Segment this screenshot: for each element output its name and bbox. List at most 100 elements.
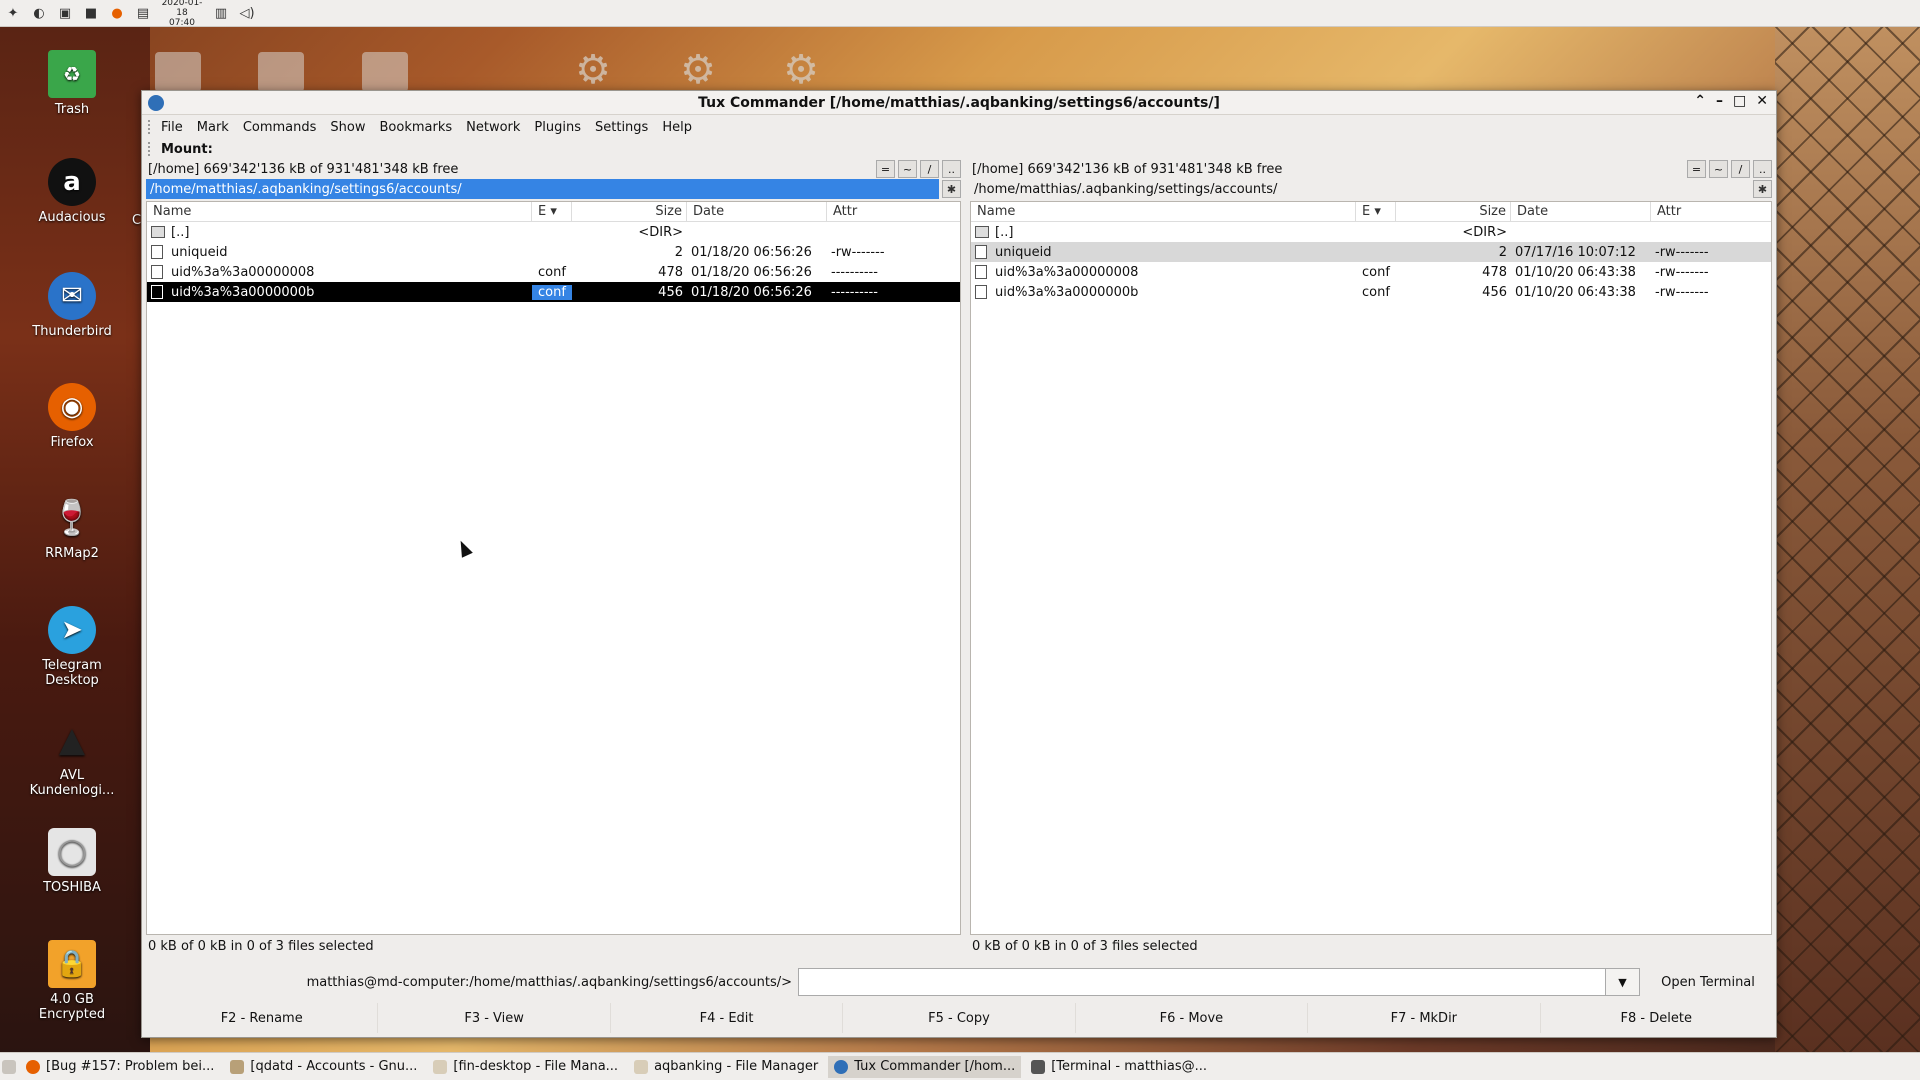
taskbar-item[interactable]: [Terminal - matthias@... <box>1025 1056 1213 1078</box>
asterisk-icon[interactable]: ✱ <box>1753 180 1772 198</box>
table-row-cursor[interactable]: uniqueid 2 07/17/16 10:07:12 -rw------- <box>971 242 1771 262</box>
left-path-bar[interactable]: /home/matthias/.aqbanking/settings6/acco… <box>146 179 961 199</box>
files-icon[interactable]: ▣ <box>56 4 74 22</box>
menu-bookmarks[interactable]: Bookmarks <box>380 120 453 135</box>
window-titlebar[interactable]: Tux Commander [/home/matthias/.aqbanking… <box>142 91 1776 115</box>
file-ext: conf <box>538 264 566 280</box>
right-path-bar[interactable]: /home/matthias/.aqbanking/settings/accou… <box>970 179 1772 199</box>
table-row[interactable]: [..] <DIR> <box>971 222 1771 242</box>
menu-icon[interactable]: ✦ <box>4 4 22 22</box>
taskbar-item[interactable]: [qdatd - Accounts - Gnu... <box>224 1056 423 1078</box>
menu-plugins[interactable]: Plugins <box>534 120 581 135</box>
edit-button[interactable]: F4 - Edit <box>611 1003 844 1033</box>
col-date-header[interactable]: Date <box>687 201 827 222</box>
table-row-selected[interactable]: uid%3a%3a0000000b conf 456 01/18/20 06:5… <box>147 282 960 302</box>
panels: [/home] 669'342'136 kB of 931'481'348 kB… <box>146 159 1772 955</box>
file-name: uid%3a%3a0000000b <box>995 284 1139 300</box>
table-row[interactable]: uid%3a%3a0000000b conf 456 01/10/20 06:4… <box>971 282 1771 302</box>
col-attr-header[interactable]: Attr <box>827 202 960 222</box>
menu-mark[interactable]: Mark <box>197 120 229 135</box>
menu-show[interactable]: Show <box>330 120 365 135</box>
left-list-header: Name E ▾ Size Date Attr <box>147 201 960 222</box>
function-key-bar: F2 - Rename F3 - View F4 - Edit F5 - Cop… <box>146 1003 1772 1033</box>
close-icon[interactable]: ✕ <box>1756 93 1768 109</box>
menu-file[interactable]: File <box>161 120 183 135</box>
right-file-list[interactable]: Name E ▾ Size Date Attr [..] <DIR> uniqu… <box>970 201 1772 935</box>
app-icon[interactable]: ◐ <box>30 4 48 22</box>
network-icon[interactable]: ▥ <box>212 4 230 22</box>
root-dir-button[interactable]: / <box>920 160 939 178</box>
menu-settings[interactable]: Settings <box>595 120 648 135</box>
desktop-icon-avl[interactable]: ▲ AVL Kundenlogi... <box>22 716 122 798</box>
menu-network[interactable]: Network <box>466 120 520 135</box>
table-row[interactable]: uid%3a%3a00000008 conf 478 01/18/20 06:5… <box>147 262 960 282</box>
file-attr: ---------- <box>831 264 878 280</box>
view-button[interactable]: F3 - View <box>378 1003 611 1033</box>
desktop-icon-firefox[interactable]: ◉ Firefox <box>22 383 122 450</box>
file-name: uid%3a%3a00000008 <box>995 264 1139 280</box>
firefox-icon[interactable]: ● <box>108 4 126 22</box>
table-row[interactable]: [..] <DIR> <box>147 222 960 242</box>
terminal-icon[interactable]: ▤ <box>134 4 152 22</box>
col-date-header[interactable]: Date <box>1511 201 1651 222</box>
open-terminal-button[interactable]: Open Terminal <box>1650 968 1766 996</box>
desktop-icon-audacious[interactable]: a Audacious <box>22 158 122 225</box>
col-ext-label: E <box>538 203 547 219</box>
rename-button[interactable]: F2 - Rename <box>146 1003 379 1033</box>
mount-label: Mount: <box>161 141 213 157</box>
mkdir-button[interactable]: F7 - MkDir <box>1308 1003 1541 1033</box>
equal-panels-button[interactable]: = <box>1687 160 1706 178</box>
desktop-icon-encrypted[interactable]: 🔒 4.0 GB Encrypted <box>22 940 122 1022</box>
desktop-icon-label: Thunderbird <box>32 324 112 339</box>
home-dir-button[interactable]: ~ <box>898 160 917 178</box>
clock-time: 07:40 <box>169 18 195 28</box>
parent-dir-button[interactable]: .. <box>1753 160 1772 178</box>
col-name-header[interactable]: Name <box>147 201 532 222</box>
desktop-icon-thunderbird[interactable]: ✉ Thunderbird <box>22 272 122 339</box>
asterisk-icon[interactable]: ✱ <box>942 180 961 198</box>
mountbar-grip[interactable] <box>148 142 151 156</box>
taskbar-item[interactable]: aqbanking - File Manager <box>628 1056 824 1078</box>
move-button[interactable]: F6 - Move <box>1076 1003 1309 1033</box>
menu-commands[interactable]: Commands <box>243 120 317 135</box>
file-attr: -rw------- <box>1655 264 1709 280</box>
col-size-header[interactable]: Size <box>1396 201 1511 222</box>
root-dir-button[interactable]: / <box>1731 160 1750 178</box>
equal-panels-button[interactable]: = <box>876 160 895 178</box>
clock[interactable]: 2020-01-18 07:40 <box>160 0 204 28</box>
col-size-header[interactable]: Size <box>572 201 687 222</box>
file-date: 01/18/20 06:56:26 <box>691 244 812 260</box>
copy-button[interactable]: F5 - Copy <box>843 1003 1076 1033</box>
maximize-icon[interactable]: □ <box>1733 93 1746 109</box>
menu-help[interactable]: Help <box>662 120 692 135</box>
desktop-icon-telegram[interactable]: ➤ Telegram Desktop <box>22 606 122 688</box>
desktop-icon-toshiba[interactable]: ◯ TOSHIBA <box>22 828 122 895</box>
thunderbird-icon: ✉ <box>48 272 96 320</box>
taskbar-item-active[interactable]: Tux Commander [/hom... <box>828 1055 1022 1078</box>
delete-button[interactable]: F8 - Delete <box>1541 1003 1772 1033</box>
parent-dir-button[interactable]: .. <box>942 160 961 178</box>
table-row[interactable]: uid%3a%3a00000008 conf 478 01/10/20 06:4… <box>971 262 1771 282</box>
taskbar-item[interactable]: [Bug #157: Problem bei... <box>20 1056 220 1078</box>
command-history-dropdown[interactable]: ▼ <box>1606 968 1640 996</box>
show-desktop-icon[interactable] <box>2 1059 16 1074</box>
col-attr-header[interactable]: Attr <box>1651 202 1771 222</box>
table-row[interactable]: uniqueid 2 01/18/20 06:56:26 -rw------- <box>147 242 960 262</box>
col-name-header[interactable]: Name <box>971 201 1356 222</box>
col-ext-header[interactable]: E ▾ <box>532 201 572 222</box>
menubar-grip[interactable] <box>148 120 151 134</box>
command-prompt: matthias@md-computer:/home/matthias/.aqb… <box>306 974 792 990</box>
left-file-list[interactable]: Name E ▾ Size Date Attr [..] <DIR> uniqu… <box>146 201 961 935</box>
taskbar-item[interactable]: [fin-desktop - File Mana... <box>427 1056 624 1078</box>
folder-up-icon <box>975 226 989 238</box>
shade-icon[interactable]: ⌃ <box>1694 93 1706 109</box>
minimize-icon[interactable]: – <box>1716 93 1723 109</box>
desktop-icon-rrmap2[interactable]: 🍷 RRMap2 <box>22 494 122 561</box>
desktop-icon-trash[interactable]: ♻ Trash <box>22 50 122 117</box>
col-ext-header[interactable]: E ▾ <box>1356 201 1396 222</box>
home-dir-button[interactable]: ~ <box>1709 160 1728 178</box>
screen-icon[interactable]: ■ <box>82 4 100 22</box>
volume-icon[interactable]: ◁) <box>238 4 256 22</box>
command-input[interactable] <box>798 968 1606 996</box>
firefox-icon <box>26 1059 40 1074</box>
